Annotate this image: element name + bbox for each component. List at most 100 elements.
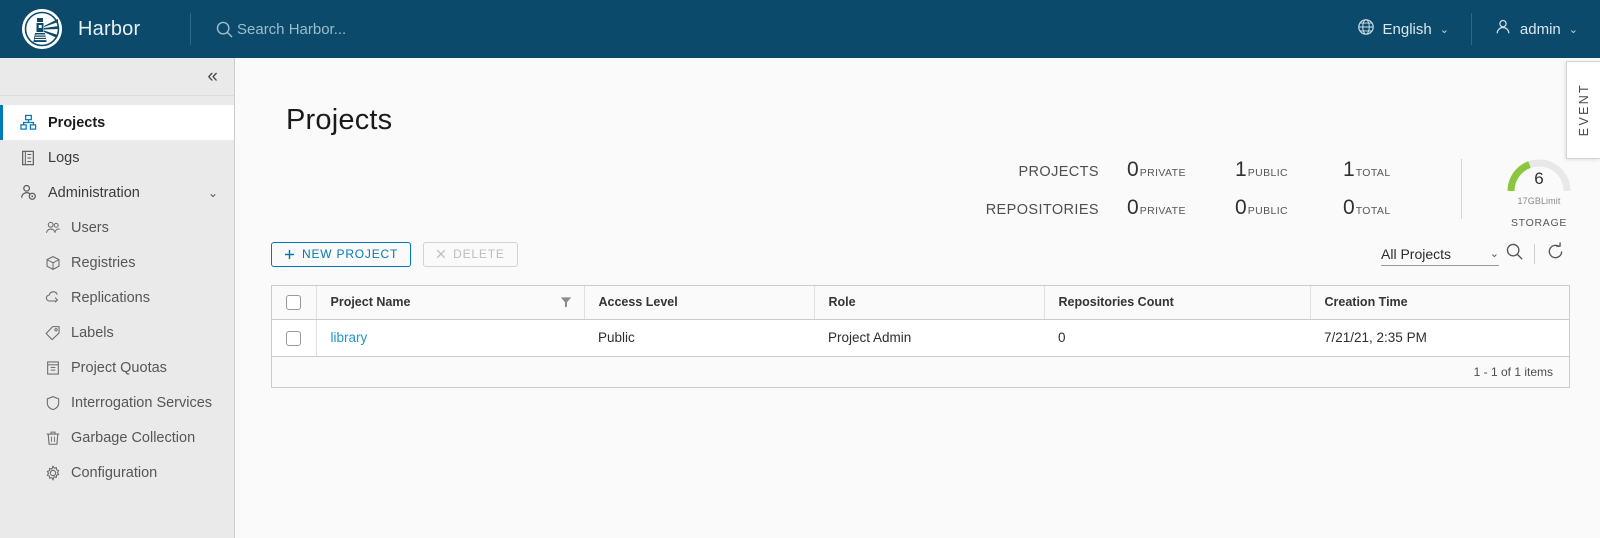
column-label: Role [828, 295, 856, 310]
statistics-row-repositories: REPOSITORIES 0 PRIVATE 0 PUBLIC 0 TOTAL [959, 196, 1451, 220]
page-title: Projects [286, 104, 393, 136]
header-actions: English ⌄ admin ⌄ [1335, 0, 1600, 58]
main-content: Projects PROJECTS 0 PRIVATE 1 PUBLIC 1 T… [236, 58, 1600, 538]
chevron-down-icon[interactable]: ⌄ [208, 186, 218, 200]
column-header-access-level[interactable]: Access Level [584, 286, 815, 320]
sidebar-item-label: Interrogation Services [71, 394, 213, 411]
close-x-icon [436, 249, 446, 259]
filter-icon[interactable] [560, 296, 572, 311]
sidebar-item-users[interactable]: Users [0, 210, 234, 245]
collapse-sidebar-icon[interactable]: « [203, 65, 222, 88]
sidebar-item-interrogation-services[interactable]: Interrogation Services [0, 385, 234, 420]
sidebar-item-label: Users [71, 219, 109, 236]
sidebar-item-label: Logs [48, 149, 80, 166]
stat-unit: PRIVATE [1139, 205, 1186, 217]
sidebar-item-label: Labels [71, 324, 114, 341]
table-header-row: Project Name Access Level Role Repositor… [272, 286, 1569, 320]
stat-value: 0 [1127, 158, 1139, 181]
sidebar-item-label: Project Quotas [71, 359, 167, 376]
column-header-role[interactable]: Role [814, 286, 1045, 320]
stat-unit: PUBLIC [1247, 205, 1289, 217]
brand[interactable]: Harbor [0, 0, 190, 58]
projects-table-body: library Public Project Admin 0 7/21/21, … [272, 319, 1569, 356]
project-scope-value: All Projects [1381, 245, 1452, 262]
user-menu[interactable]: admin ⌄ [1472, 0, 1600, 58]
harbor-app: Harbor Search Harbor... English ⌄ admin … [0, 0, 1600, 538]
stat-value: 1 [1235, 158, 1247, 181]
stat-value: 0 [1343, 196, 1355, 219]
statistics-panel: PROJECTS 0 PRIVATE 1 PUBLIC 1 TOTAL REPO… [236, 149, 1600, 229]
sidebar-item-configuration[interactable]: Configuration [0, 455, 234, 490]
sidebar-item-logs[interactable]: Logs [0, 140, 234, 175]
chevron-down-icon: ⌄ [1439, 23, 1449, 36]
table-row[interactable]: library Public Project Admin 0 7/21/21, … [272, 319, 1569, 356]
project-scope-select[interactable]: All Projects ⌄ [1381, 242, 1499, 266]
storage-gauge-limit: 17GBLimit [1517, 196, 1561, 206]
sidebar-item-label: Configuration [71, 464, 158, 481]
new-project-button[interactable]: NEW PROJECT [271, 241, 412, 267]
sidebar-item-replications[interactable]: Replications [0, 280, 234, 315]
sidebar-item-label: Garbage Collection [71, 429, 196, 446]
projects-table-head: Project Name Access Level Role Repositor… [272, 286, 1569, 320]
projects-toolbar: NEW PROJECT DELETE All Projects ⌄ [236, 240, 1600, 268]
stat-unit: TOTAL [1355, 205, 1391, 217]
interrogation-services-icon [44, 395, 62, 411]
plus-icon [284, 249, 295, 260]
sidebar-item-registries[interactable]: Registries [0, 245, 234, 280]
stat-value: 0 [1127, 196, 1139, 219]
registries-icon [44, 255, 62, 271]
storage-gauge-arc: 6 [1502, 149, 1576, 195]
language-selector[interactable]: English ⌄ [1335, 0, 1471, 58]
statistics-row-projects: PROJECTS 0 PRIVATE 1 PUBLIC 1 TOTAL [959, 158, 1451, 182]
row-checkbox[interactable] [286, 330, 301, 346]
delete-label: DELETE [453, 247, 505, 261]
sidebar-item-project-quotas[interactable]: Project Quotas [0, 350, 234, 385]
column-header-repositories-count[interactable]: Repositories Count [1044, 286, 1311, 320]
new-project-label: NEW PROJECT [302, 247, 399, 261]
event-drawer-tab[interactable]: EVENT [1566, 61, 1600, 159]
global-search[interactable] [215, 0, 1335, 58]
sidebar-item-label: Registries [71, 254, 136, 271]
select-all-checkbox[interactable] [286, 294, 301, 310]
column-header-creation-time[interactable]: Creation Time [1310, 286, 1569, 320]
stat-repositories-total: 0 TOTAL [1343, 196, 1451, 220]
users-icon [44, 220, 62, 236]
pagination-summary: 1 - 1 of 1 items [1473, 365, 1553, 379]
harbor-lighthouse-logo-icon [22, 9, 62, 49]
sidebar-nav: Projects Logs Administration ⌄ Users Reg… [0, 96, 234, 490]
statistics-row-label: REPOSITORIES [985, 202, 1099, 218]
delete-button[interactable]: DELETE [423, 241, 518, 267]
sidebar-item-administration[interactable]: Administration ⌄ [0, 175, 234, 210]
projects-filter-area: All Projects ⌄ [1381, 240, 1570, 268]
stat-projects-public: 1 PUBLIC [1235, 158, 1343, 182]
header-divider-left [190, 13, 191, 45]
column-label: Creation Time [1324, 295, 1408, 310]
globe-icon [1357, 18, 1375, 40]
table-search-button[interactable] [1499, 240, 1529, 268]
search-icon [215, 20, 234, 39]
administration-icon [18, 184, 38, 201]
column-header-project-name[interactable]: Project Name [316, 286, 585, 320]
sidebar-item-projects[interactable]: Projects [0, 105, 234, 140]
chevron-down-icon: ⌄ [1568, 23, 1578, 36]
sidebar-item-labels[interactable]: Labels [0, 315, 234, 350]
logs-icon [18, 150, 38, 166]
user-icon [1494, 18, 1512, 40]
projects-table: Project Name Access Level Role Repositor… [271, 285, 1570, 388]
top-header: Harbor Search Harbor... English ⌄ admin … [0, 0, 1600, 58]
stat-repositories-public: 0 PUBLIC [1235, 196, 1343, 220]
refresh-button[interactable] [1540, 240, 1570, 268]
sidebar-item-garbage-collection[interactable]: Garbage Collection [0, 420, 234, 455]
sidebar-item-label: Projects [48, 114, 106, 131]
stat-value: 1 [1343, 158, 1355, 181]
stat-value: 0 [1235, 196, 1247, 219]
search-input[interactable] [237, 14, 657, 44]
sidebar-item-label: Replications [71, 289, 150, 306]
project-quotas-icon [44, 360, 62, 376]
configuration-icon [44, 464, 62, 481]
replications-icon [44, 290, 62, 306]
stat-unit: PUBLIC [1247, 167, 1289, 179]
statistics-row-label: PROJECTS [1018, 164, 1099, 180]
project-link[interactable]: library [331, 330, 368, 345]
garbage-collection-icon [44, 430, 62, 446]
